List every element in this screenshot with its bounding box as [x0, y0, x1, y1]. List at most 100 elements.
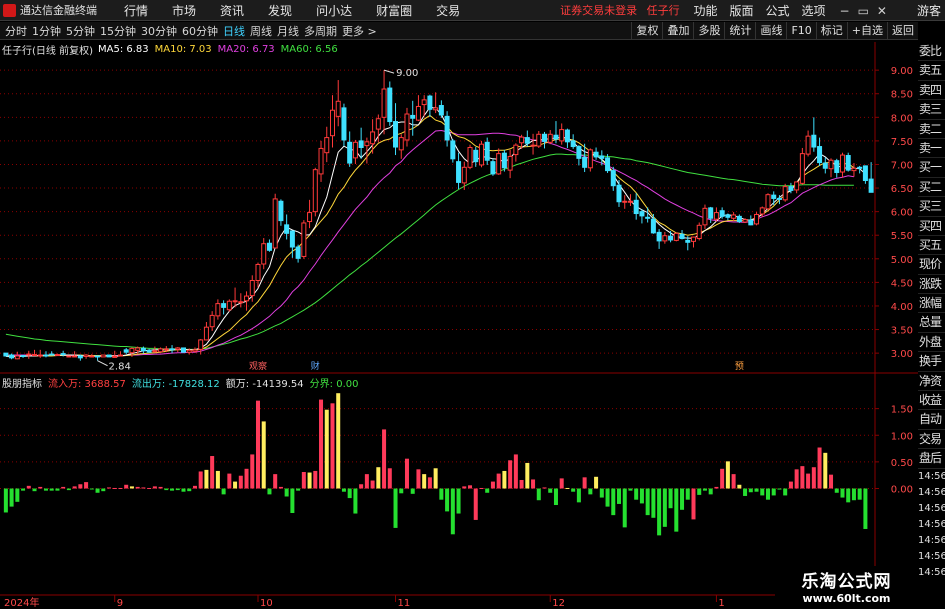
date-tick-label: 9: [117, 598, 123, 609]
candlestick: [828, 158, 834, 178]
sidebar-item-change[interactable]: 涨跌: [918, 275, 945, 295]
candle-body: [347, 141, 353, 164]
candlestick: [410, 100, 416, 136]
sidebar-item-bid2[interactable]: 买二: [918, 178, 945, 198]
candlestick: [215, 299, 221, 320]
sidebar-item-trade[interactable]: 交易: [918, 430, 945, 450]
candle-body: [662, 235, 668, 242]
candle-body: [484, 141, 490, 161]
indicator-bar: [399, 488, 404, 494]
candlestick: [312, 167, 318, 217]
indicator-bar: [72, 486, 77, 489]
candle-body: [817, 146, 823, 164]
security-name[interactable]: 任子行(日线 前复权): [2, 42, 93, 57]
candle-body: [203, 326, 209, 341]
candle-body: [95, 355, 101, 358]
candle-body: [289, 230, 295, 248]
indicator-bar: [204, 469, 209, 489]
indicator-bar: [439, 488, 444, 500]
sidebar-item-bid4[interactable]: 买四: [918, 217, 945, 236]
indicator-name[interactable]: 股朋指标: [2, 375, 42, 390]
sidebar-item-turnover[interactable]: 换手: [918, 352, 945, 372]
indicator-bar: [255, 400, 261, 489]
candlestick: [278, 199, 284, 226]
candlestick: [20, 354, 26, 358]
sidebar-item-ask2[interactable]: 卖二: [918, 120, 945, 139]
candle-body: [3, 352, 9, 357]
candle-body: [473, 149, 479, 163]
ma10-legend: MA10: 7.03: [154, 43, 212, 55]
sidebar-item-net-assets[interactable]: 净资: [918, 372, 945, 392]
candle-body: [244, 295, 250, 302]
tick-time: 14:56: [918, 566, 945, 578]
candle-body: [54, 354, 60, 357]
candle-body: [255, 263, 261, 282]
candlestick: [673, 232, 679, 242]
chart-canvas[interactable]: 9.00 8.50 8.00 7.50 7.00 6.50 6.00 5.50 5.00 4.50…: [0, 0, 918, 609]
candle-body: [794, 181, 800, 191]
candle-body: [467, 146, 473, 168]
sidebar-item-auto[interactable]: 自动: [918, 410, 945, 430]
sidebar-item-bid-ratio[interactable]: 委比: [918, 42, 945, 62]
candlestick: [106, 354, 112, 358]
indicator-bar: [210, 456, 215, 489]
sidebar-item-volume[interactable]: 总量: [918, 313, 945, 333]
price-tick-label: 5.00: [891, 255, 913, 266]
indicator-bar: [788, 481, 793, 489]
indicator-bar: [800, 466, 805, 489]
candlestick: [307, 199, 313, 229]
candle-body: [43, 354, 49, 357]
price-tick-label: 7.00: [891, 160, 913, 171]
sidebar-item-ask1[interactable]: 卖一: [918, 139, 945, 159]
sidebar-item-ask4[interactable]: 卖四: [918, 81, 945, 101]
candle-body: [553, 134, 559, 140]
candle-body: [398, 137, 404, 151]
candle-body: [478, 143, 484, 166]
sidebar-item-price[interactable]: 现价: [918, 255, 945, 275]
indicator-bar: [496, 473, 501, 489]
indicator-bar: [748, 488, 753, 493]
indicator-bar: [456, 488, 461, 514]
indicator-bar: [857, 488, 862, 500]
candle-body: [719, 210, 725, 217]
guest-login[interactable]: 游客: [917, 2, 941, 19]
candle-body: [530, 144, 536, 147]
candlestick: [811, 117, 817, 152]
sidebar-item-ask5[interactable]: 卖五: [918, 61, 945, 81]
indicator-bar: [628, 488, 633, 491]
candle-body: [180, 347, 187, 353]
indicator-tick-label: 0.50: [891, 458, 913, 469]
sidebar-item-bid5[interactable]: 买五: [918, 236, 945, 256]
sidebar-item-earnings[interactable]: 收益: [918, 391, 945, 411]
candle-body: [559, 129, 565, 142]
candlestick: [203, 322, 209, 341]
sidebar-item-after-hours[interactable]: 盘后: [918, 449, 945, 469]
candlestick: [564, 128, 570, 148]
candle-body: [364, 141, 370, 147]
indicator-bar: [502, 470, 507, 489]
sidebar-item-bid3[interactable]: 买三: [918, 197, 945, 217]
indicator-bar: [353, 488, 358, 514]
indicator-bar: [548, 488, 553, 493]
indicator-bar: [760, 488, 765, 496]
sidebar-item-bid1[interactable]: 买一: [918, 158, 945, 178]
candlestick: [668, 230, 674, 243]
indicator-bar: [571, 488, 576, 492]
candlestick: [524, 130, 530, 147]
sidebar-item-outer-volume[interactable]: 外盘: [918, 333, 945, 353]
sidebar-item-change-pct[interactable]: 涨幅: [918, 294, 945, 314]
candlestick: [513, 143, 519, 162]
price-tick-label: 3.50: [891, 326, 913, 337]
candlestick: [324, 126, 330, 163]
candle-body: [106, 354, 112, 358]
indicator-bar: [43, 488, 48, 491]
tick-time: 14:56: [918, 550, 945, 562]
sidebar-item-ask3[interactable]: 卖三: [918, 100, 945, 120]
ma20-line: [5, 129, 854, 356]
amount-legend: 额万: -14139.54: [225, 378, 304, 390]
candlestick: [576, 145, 582, 166]
candle-body: [278, 200, 284, 222]
indicator-bar: [296, 488, 301, 491]
candle-body: [140, 347, 146, 352]
candle-body: [587, 149, 593, 169]
